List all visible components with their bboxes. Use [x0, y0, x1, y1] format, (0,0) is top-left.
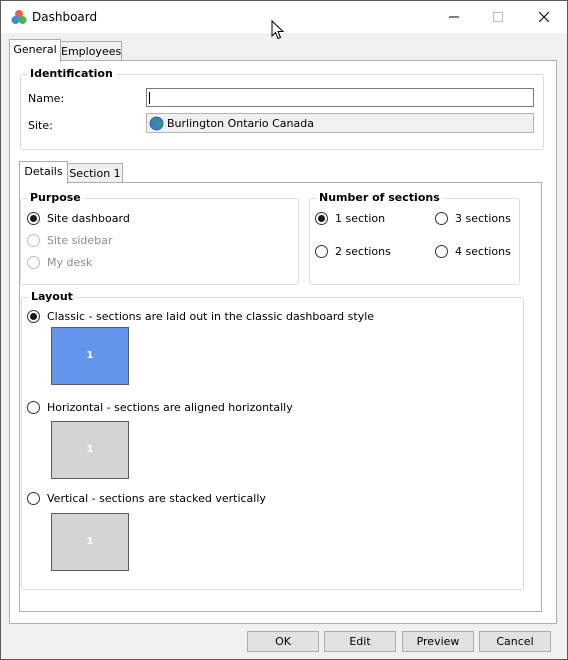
four-sections-radio[interactable] — [435, 245, 448, 258]
my-desk-radio[interactable] — [27, 256, 40, 269]
site-sidebar-radio[interactable] — [27, 234, 40, 247]
purpose-title: Purpose — [27, 191, 84, 204]
close-button[interactable] — [521, 1, 567, 33]
tab-section-1[interactable]: Section 1 — [67, 163, 123, 184]
site-label: Site: — [28, 119, 53, 132]
cancel-button[interactable]: Cancel — [479, 631, 551, 652]
tab-employees[interactable]: Employees — [60, 41, 122, 62]
vertical-layout-label[interactable]: Vertical - sections are stacked vertical… — [47, 492, 266, 505]
classic-layout-label[interactable]: Classic - sections are laid out in the c… — [47, 310, 374, 323]
globe-icon — [149, 116, 164, 131]
my-desk-label[interactable]: My desk — [47, 256, 92, 269]
tab-general[interactable]: General — [9, 39, 61, 62]
two-sections-radio[interactable] — [315, 245, 328, 258]
purpose-group: Purpose Site dashboard Site sidebar My d… — [20, 191, 299, 285]
layout-title: Layout — [28, 290, 76, 303]
minimize-button[interactable] — [431, 1, 477, 33]
classic-layout-radio[interactable] — [27, 310, 40, 323]
horizontal-layout-preview[interactable]: 1 — [51, 421, 129, 479]
tab-employees-label: Employees — [61, 45, 122, 58]
text-caret — [149, 92, 150, 104]
site-dashboard-radio[interactable] — [27, 212, 40, 225]
title-bar[interactable]: Dashboard — [1, 1, 567, 40]
tab-general-label: General — [13, 43, 57, 56]
site-dashboard-label[interactable]: Site dashboard — [47, 212, 130, 225]
three-sections-label[interactable]: 3 sections — [455, 212, 511, 225]
general-tab-panel: Identification Name: Site: Burlington On… — [9, 60, 557, 624]
horizontal-layout-radio[interactable] — [27, 401, 40, 414]
dashboard-app-icon — [11, 10, 27, 24]
maximize-button[interactable] — [475, 1, 521, 33]
number-of-sections-group: Number of sections 1 section 3 sections … — [309, 191, 520, 285]
layout-group: Layout Classic - sections are laid out i… — [21, 290, 524, 590]
identification-group: Identification Name: Site: Burlington On… — [20, 67, 544, 150]
three-sections-radio[interactable] — [435, 212, 448, 225]
horizontal-layout-label[interactable]: Horizontal - sections are aligned horizo… — [47, 401, 293, 414]
vertical-layout-radio[interactable] — [27, 492, 40, 505]
edit-button[interactable]: Edit — [324, 631, 396, 652]
tab-details[interactable]: Details — [19, 161, 68, 184]
classic-layout-preview[interactable]: 1 — [51, 327, 129, 385]
tab-details-label: Details — [24, 165, 63, 178]
name-field[interactable] — [146, 88, 534, 107]
details-tab-panel: Purpose Site dashboard Site sidebar My d… — [19, 182, 542, 612]
window-title: Dashboard — [32, 10, 98, 24]
number-of-sections-title: Number of sections — [316, 191, 443, 204]
two-sections-label[interactable]: 2 sections — [335, 245, 391, 258]
mouse-cursor-icon — [271, 20, 285, 40]
tab-section-1-label: Section 1 — [69, 167, 121, 180]
four-sections-label[interactable]: 4 sections — [455, 245, 511, 258]
one-section-label[interactable]: 1 section — [335, 212, 385, 225]
site-field[interactable]: Burlington Ontario Canada — [146, 113, 534, 133]
vertical-layout-preview[interactable]: 1 — [51, 513, 129, 571]
site-value: Burlington Ontario Canada — [167, 117, 314, 130]
ok-button[interactable]: OK — [247, 631, 319, 652]
identification-title: Identification — [27, 67, 116, 80]
site-sidebar-label[interactable]: Site sidebar — [47, 234, 112, 247]
one-section-radio[interactable] — [315, 212, 328, 225]
dashboard-window: Dashboard General Employees Identificati… — [0, 0, 568, 660]
name-label: Name: — [28, 92, 65, 105]
preview-button[interactable]: Preview — [402, 631, 474, 652]
